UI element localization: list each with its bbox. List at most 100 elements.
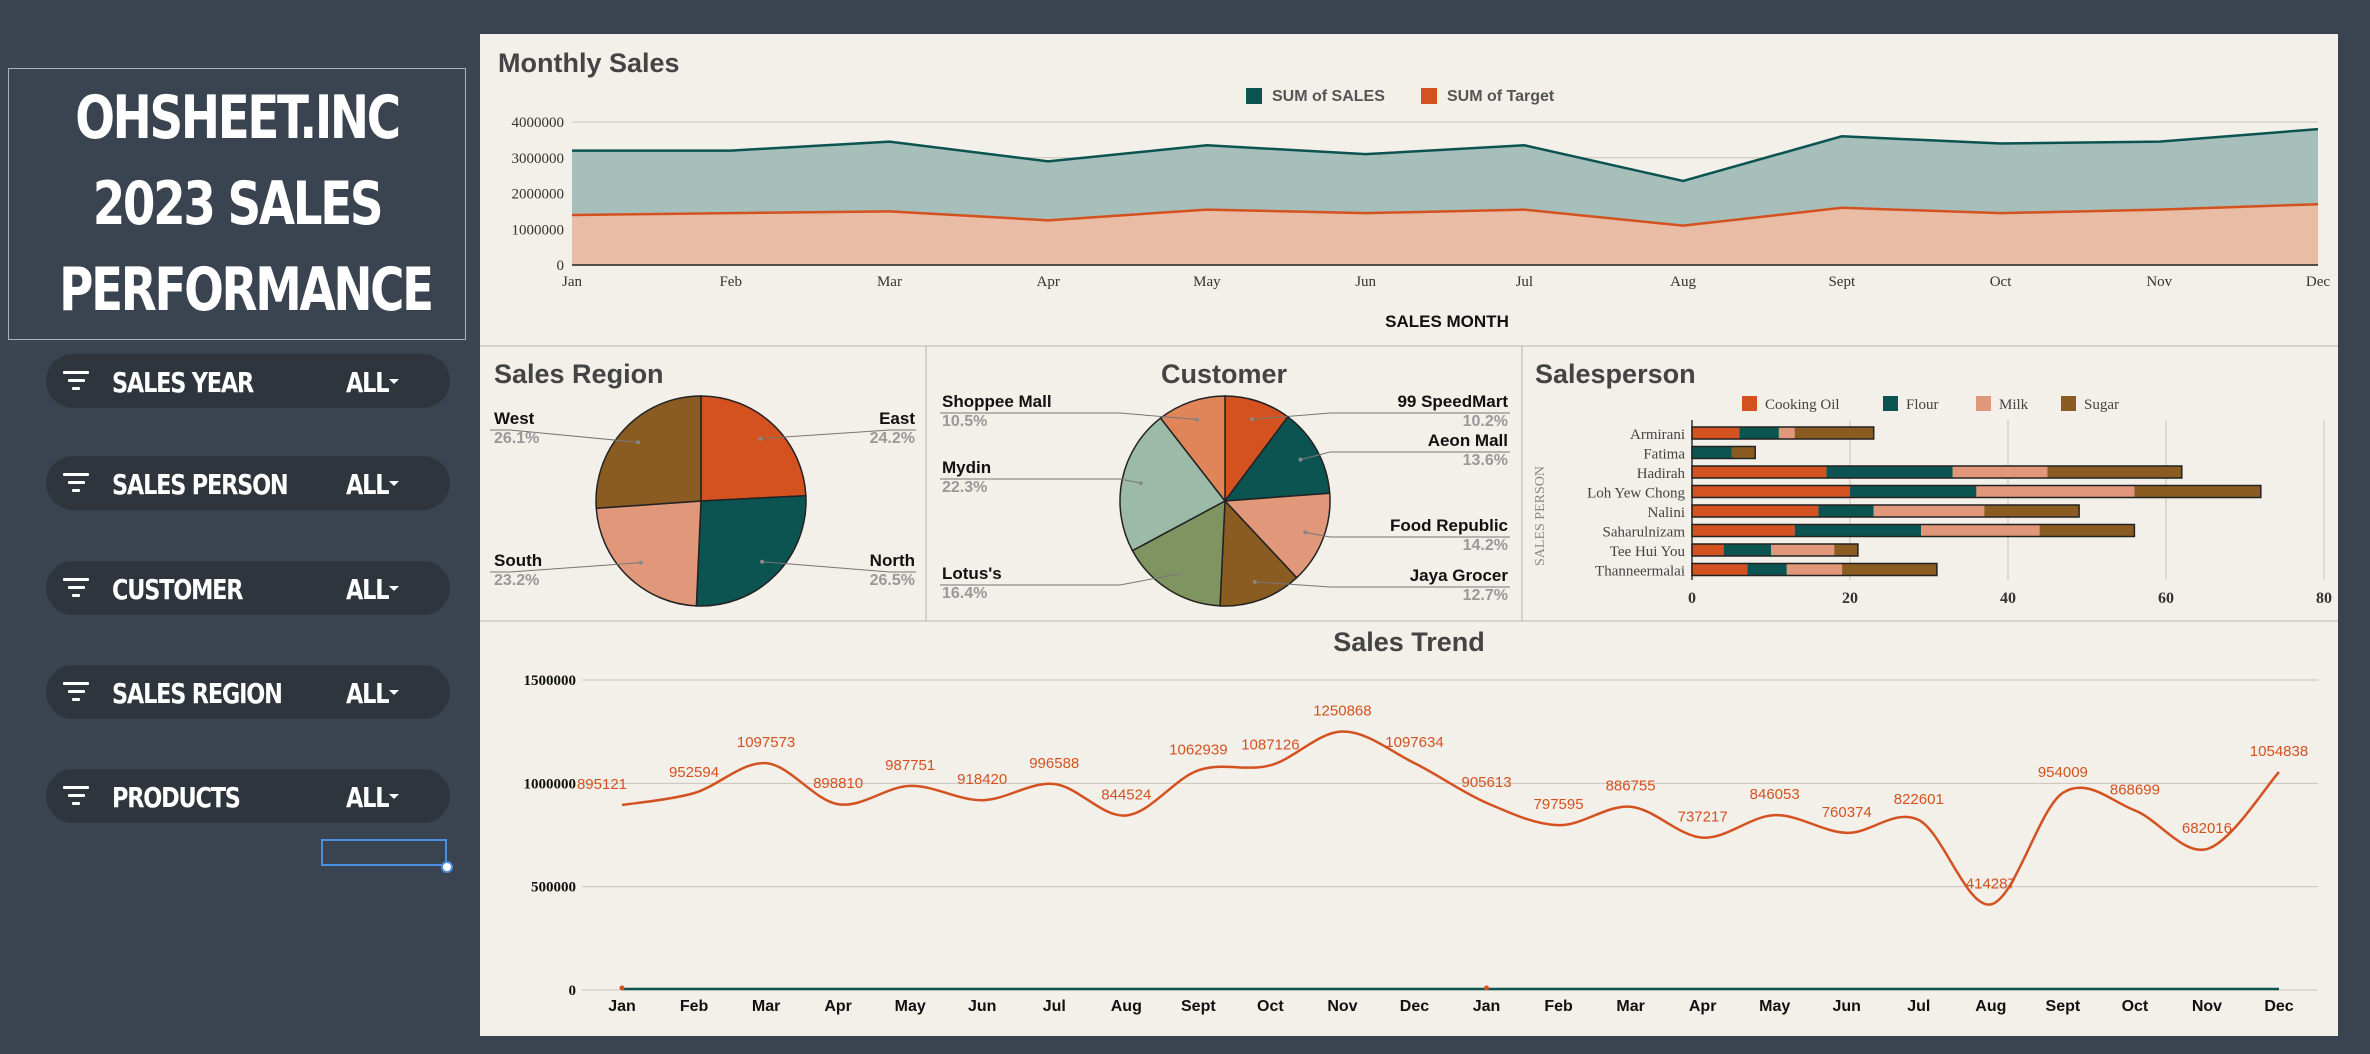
- category-label: Thanneermalai: [1595, 564, 1685, 580]
- slice-percent: 24.2%: [870, 430, 915, 447]
- leader-dot: [636, 440, 641, 445]
- filter-customer[interactable]: CUSTOMER ALL: [46, 561, 450, 615]
- filter-value[interactable]: ALL: [346, 677, 389, 710]
- data-label: 414287: [1966, 875, 2016, 892]
- baseline-marker: [1484, 985, 1490, 991]
- x-tick-label: May: [1193, 274, 1221, 290]
- bar-segment: [1794, 524, 1922, 537]
- x-tick-label: Jan: [608, 998, 636, 1015]
- slice-percent: 14.2%: [1463, 537, 1508, 554]
- x-tick-label: Jul: [1907, 998, 1930, 1015]
- area-fill-sum-of-target: [572, 204, 2318, 265]
- x-tick-label: Jun: [1355, 274, 1376, 290]
- data-label: 886755: [1606, 778, 1656, 795]
- filter-sales-year[interactable]: SALES YEAR ALL: [46, 354, 450, 408]
- x-tick-label: Sept: [1181, 998, 1216, 1015]
- baseline-marker: [619, 985, 625, 991]
- x-tick-label: Feb: [680, 998, 709, 1015]
- category-label: Saharulnizam: [1603, 525, 1686, 541]
- data-label: 1087126: [1241, 736, 1299, 753]
- dashboard-panel: Monthly Sales 4000000 3000000 2000000 10000…: [480, 34, 2338, 1036]
- filter-value[interactable]: ALL: [346, 366, 389, 399]
- slice-label: Lotus's: [942, 564, 1002, 583]
- legend-label: Sugar: [2084, 397, 2119, 413]
- filter-icon: [62, 578, 90, 598]
- filter-sales-person[interactable]: SALES PERSON ALL: [46, 456, 450, 510]
- dashboard-charts: Monthly Sales 4000000 3000000 2000000 10000…: [480, 48, 2338, 1015]
- x-tick-label: Apr: [824, 998, 852, 1015]
- filter-value[interactable]: ALL: [346, 781, 389, 814]
- bar-segment: [1692, 505, 1819, 517]
- dashboard-title: OHSHEET.INC 2023 SALES PERFORMANCE: [8, 68, 466, 340]
- filter-label: SALES PERSON: [112, 468, 289, 501]
- bar-segment: [1850, 485, 1977, 498]
- filter-products[interactable]: PRODUCTS ALL: [46, 769, 450, 823]
- caret-down-icon[interactable]: [389, 586, 399, 591]
- legend-label: Milk: [1999, 397, 2029, 413]
- y-tick-label: 3000000: [512, 151, 565, 167]
- bar-segment: [1692, 544, 1724, 556]
- data-label: 895121: [577, 776, 627, 793]
- leader-dot: [638, 560, 643, 565]
- data-label: 996588: [1029, 755, 1079, 772]
- caret-down-icon[interactable]: [389, 379, 399, 384]
- slice-label: Aeon Mall: [1428, 431, 1508, 450]
- bar-segment: [1692, 446, 1732, 459]
- x-axis-label: SALES MONTH: [1385, 312, 1509, 331]
- x-tick-label: May: [895, 998, 926, 1015]
- x-tick-label: Nov: [2192, 998, 2222, 1015]
- caret-down-icon[interactable]: [389, 690, 399, 695]
- bar-segment: [1976, 485, 2135, 498]
- pie-slice-north: [695, 494, 807, 607]
- leader-dot: [1177, 571, 1182, 576]
- bar-segment: [1794, 427, 1874, 439]
- bar-segment: [1771, 544, 1835, 556]
- legend-swatch: [1742, 396, 1757, 411]
- data-label: 898810: [813, 775, 863, 792]
- x-tick-label: 20: [1842, 590, 1858, 607]
- filter-label: SALES REGION: [112, 677, 283, 710]
- chart-title: Sales Trend: [1333, 627, 1485, 657]
- resize-handle[interactable]: [441, 861, 453, 873]
- bar-segment: [1692, 563, 1748, 576]
- title-line-2: 2023 SALES: [92, 169, 384, 239]
- sales-region-chart: Sales Region East 24.2% North 26.5% South 23.…: [490, 359, 916, 607]
- pie-slice-west: [595, 395, 702, 510]
- x-tick-label: Nov: [1327, 998, 1357, 1015]
- slice-label: 99 SpeedMart: [1397, 392, 1508, 411]
- data-label: 1054838: [2250, 743, 2308, 760]
- title-line-3: PERFORMANCE: [59, 255, 434, 325]
- data-label: 1097573: [737, 734, 795, 751]
- x-tick-label: Jan: [1473, 998, 1501, 1015]
- data-label: 905613: [1461, 774, 1511, 791]
- x-tick-label: Oct: [1990, 274, 2012, 290]
- bar-segment: [1692, 466, 1827, 478]
- bar-segment: [1692, 427, 1740, 439]
- filter-value[interactable]: ALL: [346, 573, 389, 606]
- slice-percent: 22.3%: [942, 479, 987, 496]
- filter-label: SALES YEAR: [112, 366, 254, 399]
- filter-icon: [62, 786, 90, 806]
- slice-percent: 13.6%: [1463, 452, 1508, 469]
- caret-down-icon[interactable]: [389, 794, 399, 799]
- pie-slice-east: [700, 395, 807, 502]
- leader-dot: [1303, 530, 1308, 535]
- bar-segment: [1731, 446, 1756, 459]
- bar-segment: [1826, 466, 1953, 478]
- bar-segment: [1692, 485, 1850, 498]
- data-label: 918420: [957, 771, 1007, 788]
- leader-dot: [1250, 417, 1255, 422]
- bar-segment: [1873, 505, 1985, 517]
- y-tick-label: 500000: [531, 880, 576, 896]
- filter-value[interactable]: ALL: [346, 468, 389, 501]
- x-tick-label: Sept: [1828, 274, 1856, 290]
- caret-down-icon[interactable]: [389, 481, 399, 486]
- salesperson-chart: Salesperson Cooking Oil Flour Milk Sugar 0 2…: [1533, 359, 2332, 607]
- leader-dot: [1138, 481, 1143, 486]
- slice-label: South: [494, 551, 542, 570]
- slice-label: North: [870, 551, 915, 570]
- x-tick-label: Aug: [1670, 274, 1696, 290]
- selection-box[interactable]: [321, 839, 447, 866]
- x-tick-label: Feb: [1544, 998, 1573, 1015]
- filter-sales-region[interactable]: SALES REGION ALL: [46, 665, 450, 719]
